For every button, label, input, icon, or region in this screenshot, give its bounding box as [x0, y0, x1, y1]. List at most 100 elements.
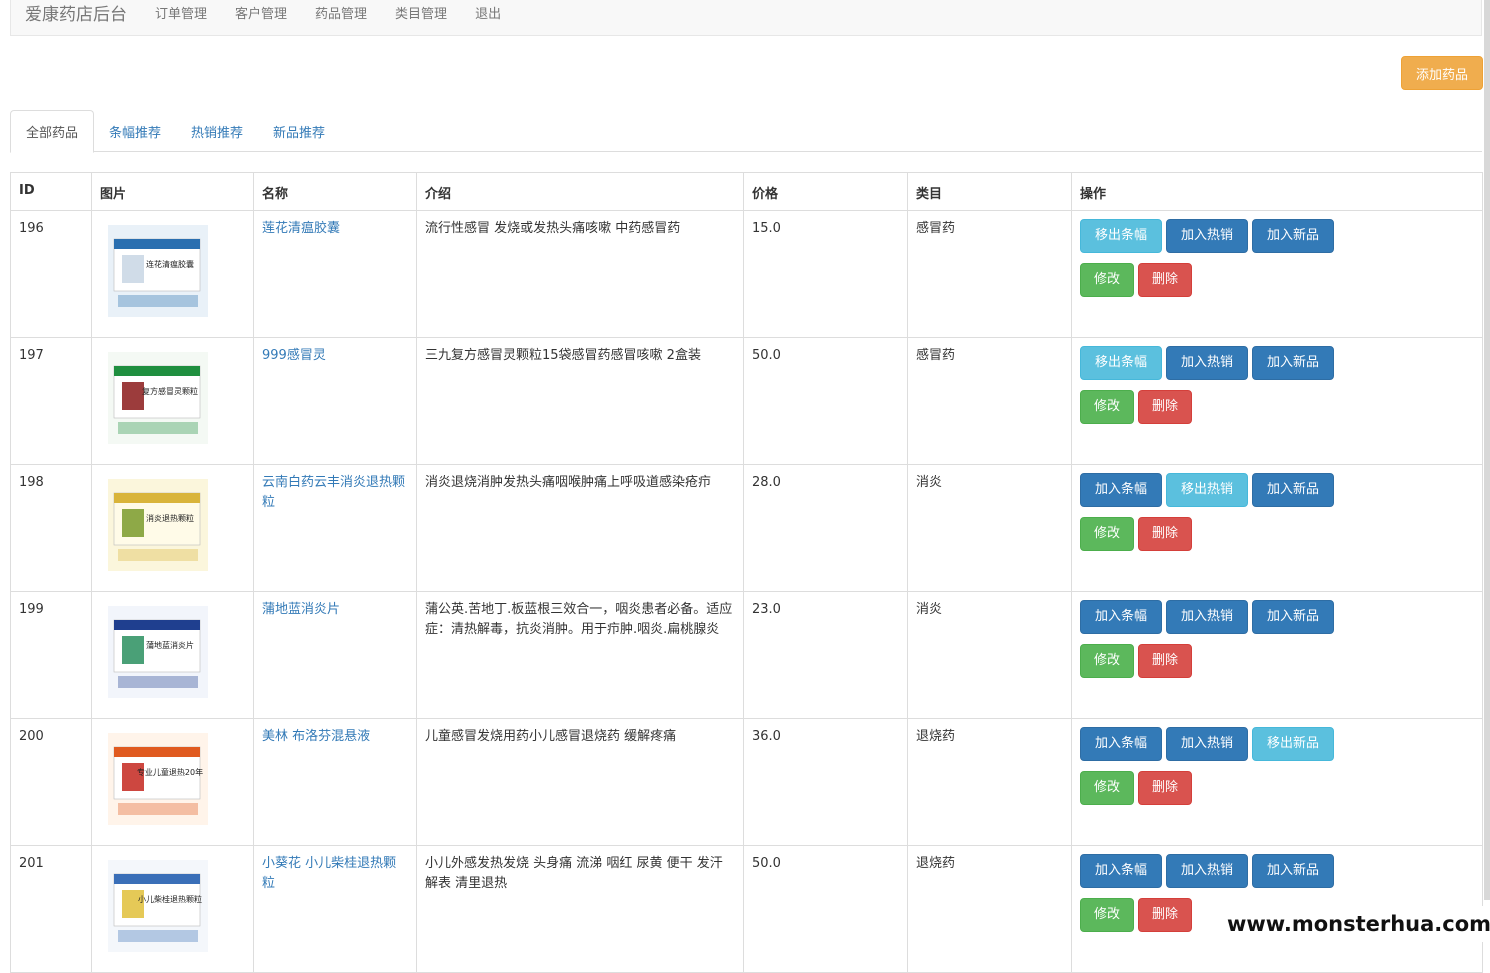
cell-id: 198	[10, 464, 92, 592]
medicine-name-link[interactable]: 小葵花 小儿柴桂退热颗粒	[262, 856, 396, 891]
header-ops: 操作	[1071, 172, 1483, 211]
edit-button[interactable]: 修改	[1080, 644, 1134, 678]
new-toggle-button[interactable]: 加入新品	[1252, 473, 1334, 507]
row-actions: 加入条幅 加入热销 加入新品 修改 删除	[1080, 600, 1340, 688]
medicine-name-link[interactable]: 蒲地蓝消炎片	[262, 602, 340, 617]
medicine-name-link[interactable]: 999感冒灵	[262, 348, 326, 363]
medicine-desc: 小儿外感发热发烧 头身痛 流涕 咽红 尿黄 便干 发汗解表 清里退热	[425, 856, 723, 891]
edit-button[interactable]: 修改	[1080, 771, 1134, 805]
medicine-table: ID 图片 名称 介绍 价格 类目 操作 196 连花清瘟胶囊 莲花清瘟胶囊 流…	[10, 172, 1483, 973]
medicine-id: 197	[19, 348, 44, 363]
cell-name: 999感冒灵	[253, 337, 417, 465]
tab-all[interactable]: 全部药品	[10, 110, 95, 153]
tab-banner[interactable]: 条幅推荐	[94, 110, 176, 152]
edit-button[interactable]: 修改	[1080, 898, 1134, 932]
thumb-label: 专业儿童退热20年	[137, 767, 203, 777]
banner-toggle-button[interactable]: 移出条幅	[1080, 219, 1162, 253]
scrollbar[interactable]	[1484, 0, 1490, 900]
banner-toggle-button[interactable]: 移出条幅	[1080, 346, 1162, 380]
medicine-desc: 蒲公英.苦地丁.板蓝根三效合一，咽炎患者必备。适应症：清热解毒，抗炎消肿。用于疖…	[425, 602, 733, 637]
thumb-label: 消炎退热颗粒	[146, 513, 194, 523]
delete-button[interactable]: 删除	[1138, 771, 1192, 805]
cell-image: 小儿柴桂退热颗粒	[91, 845, 254, 973]
medicine-desc: 三九复方感冒灵颗粒15袋感冒药感冒咳嗽 2盒装	[425, 348, 701, 363]
nav-logout[interactable]: 退出	[461, 3, 515, 22]
hot-toggle-button[interactable]: 加入热销	[1166, 854, 1248, 888]
hot-toggle-button[interactable]: 移出热销	[1166, 473, 1248, 507]
new-toggle-button[interactable]: 加入新品	[1252, 854, 1334, 888]
delete-button[interactable]: 删除	[1138, 390, 1192, 424]
hot-toggle-button[interactable]: 加入热销	[1166, 219, 1248, 253]
header-image: 图片	[91, 172, 254, 211]
banner-toggle-button[interactable]: 加入条幅	[1080, 727, 1162, 761]
medicine-price: 15.0	[752, 221, 781, 236]
hot-toggle-button[interactable]: 加入热销	[1166, 727, 1248, 761]
brand-title[interactable]: 爱康药店后台	[11, 0, 141, 25]
tab-new[interactable]: 新品推荐	[258, 110, 340, 152]
cell-ops: 移出条幅 加入热销 加入新品 修改 删除	[1071, 337, 1483, 465]
medicine-name-link[interactable]: 美林 布洛芬混悬液	[262, 729, 370, 744]
cell-price: 36.0	[743, 718, 908, 846]
nav-categories[interactable]: 类目管理	[381, 3, 461, 22]
delete-button[interactable]: 删除	[1138, 263, 1192, 297]
add-medicine-button[interactable]: 添加药品	[1401, 56, 1483, 90]
cell-desc: 小儿外感发热发烧 头身痛 流涕 咽红 尿黄 便干 发汗解表 清里退热	[416, 845, 744, 973]
cell-desc: 儿童感冒发烧用药小儿感冒退烧药 缓解疼痛	[416, 718, 744, 846]
banner-toggle-button[interactable]: 加入条幅	[1080, 600, 1162, 634]
cell-category: 感冒药	[907, 210, 1072, 338]
cell-id: 199	[10, 591, 92, 719]
medicine-category: 感冒药	[916, 221, 956, 236]
cell-category: 感冒药	[907, 337, 1072, 465]
delete-button[interactable]: 删除	[1138, 644, 1192, 678]
hot-toggle-button[interactable]: 加入热销	[1166, 346, 1248, 380]
cell-category: 消炎	[907, 591, 1072, 719]
nav-customers[interactable]: 客户管理	[221, 3, 301, 22]
cell-image: 连花清瘟胶囊	[91, 210, 254, 338]
medicine-price: 28.0	[752, 475, 781, 490]
banner-toggle-button[interactable]: 加入条幅	[1080, 473, 1162, 507]
table-row: 198 消炎退热颗粒 云南白药云丰消炎退热颗粒 消炎退烧消肿发热头痛咽喉肿痛上呼…	[10, 464, 1483, 592]
medicine-name-link[interactable]: 莲花清瘟胶囊	[262, 221, 340, 236]
cell-id: 201	[10, 845, 92, 973]
table-row: 199 蒲地蓝消炎片 蒲地蓝消炎片 蒲公英.苦地丁.板蓝根三效合一，咽炎患者必备…	[10, 591, 1483, 719]
delete-button[interactable]: 删除	[1138, 898, 1192, 932]
new-toggle-button[interactable]: 移出新品	[1252, 727, 1334, 761]
header-desc: 介绍	[416, 172, 744, 211]
header-price: 价格	[743, 172, 908, 211]
medicine-image: 连花清瘟胶囊	[108, 225, 208, 317]
cell-name: 美林 布洛芬混悬液	[253, 718, 417, 846]
nav-medicines[interactable]: 药品管理	[301, 3, 381, 22]
cell-image: 专业儿童退热20年	[91, 718, 254, 846]
thumb-label: 蒲地蓝消炎片	[146, 640, 194, 650]
top-navbar: 爱康药店后台 订单管理 客户管理 药品管理 类目管理 退出	[10, 0, 1482, 36]
nav-orders[interactable]: 订单管理	[141, 3, 221, 22]
medicine-price: 36.0	[752, 729, 781, 744]
thumb-label: 连花清瘟胶囊	[146, 259, 194, 269]
tab-hot[interactable]: 热销推荐	[176, 110, 258, 152]
edit-button[interactable]: 修改	[1080, 517, 1134, 551]
cell-name: 蒲地蓝消炎片	[253, 591, 417, 719]
cell-ops: 加入条幅 加入热销 移出新品 修改 删除	[1071, 718, 1483, 846]
medicine-id: 201	[19, 856, 44, 871]
medicine-image: 小儿柴桂退热颗粒	[108, 860, 208, 952]
cell-desc: 流行性感冒 发烧或发热头痛咳嗽 中药感冒药	[416, 210, 744, 338]
cell-category: 消炎	[907, 464, 1072, 592]
new-toggle-button[interactable]: 加入新品	[1252, 600, 1334, 634]
cell-price: 23.0	[743, 591, 908, 719]
edit-button[interactable]: 修改	[1080, 263, 1134, 297]
cell-desc: 蒲公英.苦地丁.板蓝根三效合一，咽炎患者必备。适应症：清热解毒，抗炎消肿。用于疖…	[416, 591, 744, 719]
cell-image: 蒲地蓝消炎片	[91, 591, 254, 719]
new-toggle-button[interactable]: 加入新品	[1252, 219, 1334, 253]
banner-toggle-button[interactable]: 加入条幅	[1080, 854, 1162, 888]
medicine-category: 感冒药	[916, 348, 956, 363]
medicine-id: 198	[19, 475, 44, 490]
edit-button[interactable]: 修改	[1080, 390, 1134, 424]
medicine-desc: 儿童感冒发烧用药小儿感冒退烧药 缓解疼痛	[425, 729, 677, 744]
cell-price: 28.0	[743, 464, 908, 592]
delete-button[interactable]: 删除	[1138, 517, 1192, 551]
hot-toggle-button[interactable]: 加入热销	[1166, 600, 1248, 634]
medicine-image: 蒲地蓝消炎片	[108, 606, 208, 698]
medicine-name-link[interactable]: 云南白药云丰消炎退热颗粒	[262, 475, 405, 510]
new-toggle-button[interactable]: 加入新品	[1252, 346, 1334, 380]
cell-name: 小葵花 小儿柴桂退热颗粒	[253, 845, 417, 973]
